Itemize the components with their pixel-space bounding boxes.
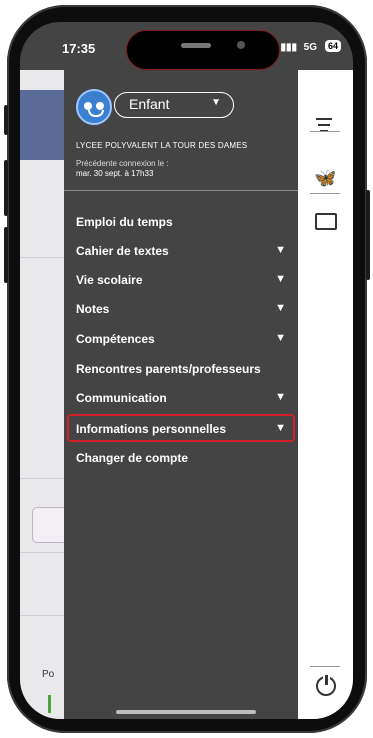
status-time: 17:35 — [62, 41, 96, 56]
last-connection-label: Précédente connexion le : — [76, 159, 169, 168]
screen: Po 17:35 ▮▮▮ 5G 64 Enfant ▼ LYCEE POLYVA… — [20, 22, 353, 719]
menu-item-vie-scolaire[interactable]: Vie scolaire ▼ — [64, 265, 298, 295]
volume-down-button — [4, 227, 8, 283]
menu-item-label: Vie scolaire — [76, 273, 143, 287]
background-banner — [20, 90, 64, 160]
rightbar-divider — [310, 131, 340, 132]
school-name: LYCEE POLYVALENT LA TOUR DES DAMES — [76, 141, 248, 150]
network-type: 5G — [303, 42, 317, 53]
background-divider — [20, 257, 64, 258]
chevron-down-icon: ▼ — [275, 332, 286, 344]
menu-item-rencontres[interactable]: Rencontres parents/professeurs — [64, 354, 298, 384]
battery-icon: 64 — [324, 40, 341, 52]
dynamic-island — [126, 30, 280, 70]
background-divider — [20, 552, 64, 553]
status-bar: 17:35 ▮▮▮ 5G 64 — [20, 22, 353, 70]
last-connection: Précédente connexion le : mar. 30 sept. … — [76, 159, 169, 179]
chevron-down-icon: ▼ — [275, 302, 286, 314]
power-side-button — [366, 190, 370, 280]
rightbar-divider — [310, 193, 340, 194]
menu-divider — [64, 190, 298, 191]
profile-select-label: Enfant — [129, 96, 170, 112]
background-text: Po — [42, 669, 55, 680]
rightbar-divider — [310, 666, 340, 667]
menu-item-notes[interactable]: Notes ▼ — [64, 294, 298, 324]
silent-switch — [4, 105, 8, 135]
power-stem — [323, 673, 330, 685]
menu-item-label: Compétences — [76, 332, 155, 346]
background-app: Po — [20, 70, 68, 719]
volume-up-button — [4, 160, 8, 216]
menu-item-communication[interactable]: Communication ▼ — [64, 383, 298, 413]
camera — [237, 41, 245, 49]
background-chip — [32, 507, 68, 543]
chevron-down-icon: ▼ — [275, 391, 286, 403]
menu-item-cahier-de-textes[interactable]: Cahier de textes ▼ — [64, 236, 298, 266]
menu-item-label: Communication — [76, 391, 167, 405]
chevron-down-icon: ▼ — [211, 97, 221, 108]
menu-item-emploi-du-temps[interactable]: Emploi du temps — [64, 207, 298, 237]
speaker — [181, 43, 211, 48]
chevron-down-icon: ▼ — [275, 244, 286, 256]
id-card-icon[interactable] — [315, 213, 337, 230]
background-green-bar — [48, 695, 51, 713]
butterfly-icon[interactable]: 🦋 — [314, 168, 336, 189]
menu-item-label: Rencontres parents/professeurs — [76, 362, 261, 376]
last-connection-date: mar. 30 sept. à 17h33 — [76, 169, 154, 178]
signal-icon: ▮▮▮ — [280, 42, 297, 53]
profile-select[interactable]: Enfant ▼ — [114, 92, 234, 118]
background-divider — [20, 478, 64, 479]
menu-item-label: Informations personnelles — [76, 422, 227, 436]
chevron-down-icon: ▼ — [275, 422, 286, 434]
menu-item-label: Notes — [76, 302, 110, 316]
background-divider — [20, 615, 64, 616]
chevron-down-icon: ▼ — [275, 273, 286, 285]
right-icon-bar: 🦋 — [298, 70, 353, 719]
power-icon[interactable] — [316, 673, 336, 696]
avatar[interactable] — [76, 89, 112, 125]
home-indicator[interactable] — [116, 710, 256, 714]
avatar-eye — [96, 102, 104, 110]
hamburger-icon[interactable] — [316, 118, 332, 136]
menu-item-changer-de-compte[interactable]: Changer de compte — [64, 443, 298, 473]
menu-item-label: Changer de compte — [76, 451, 189, 465]
avatar-eye — [84, 102, 92, 110]
menu-item-competences[interactable]: Compétences ▼ — [64, 324, 298, 354]
menu-item-label: Cahier de textes — [76, 244, 169, 258]
avatar-mouth — [88, 110, 104, 117]
menu-item-label: Emploi du temps — [76, 215, 173, 229]
menu-item-informations-personnelles[interactable]: Informations personnelles ▼ — [64, 414, 298, 444]
